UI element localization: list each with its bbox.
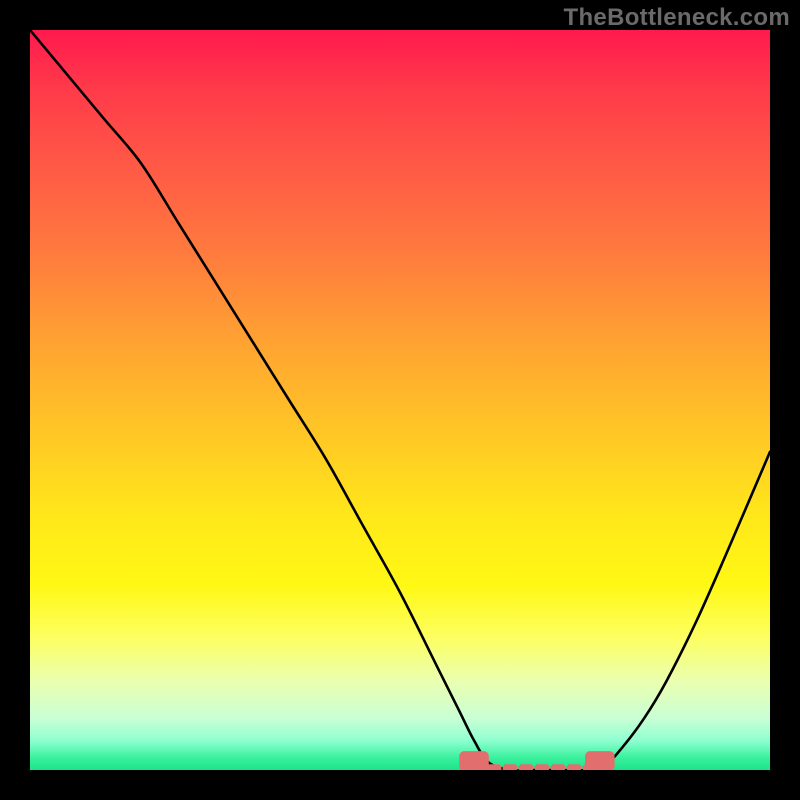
curve-layer [30, 30, 770, 770]
chart-container: TheBottleneck.com [0, 0, 800, 800]
marker-left [459, 751, 489, 770]
bottleneck-curve [30, 30, 770, 770]
plot-area [30, 30, 770, 770]
marker-right [585, 751, 615, 770]
watermark-text: TheBottleneck.com [564, 4, 790, 32]
